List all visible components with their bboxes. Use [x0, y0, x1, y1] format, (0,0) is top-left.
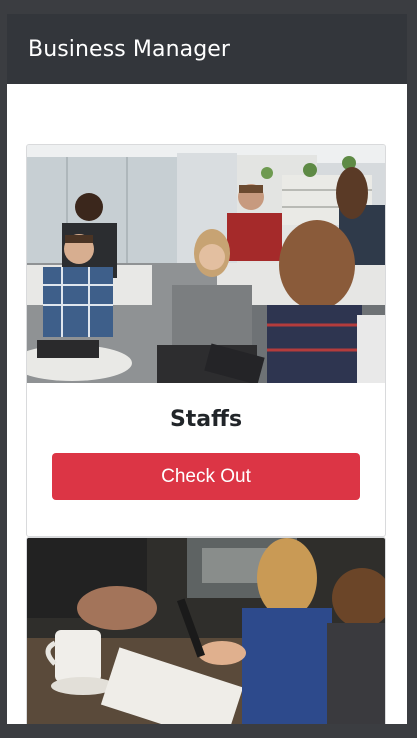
staff-card: Staffs Check Out	[26, 144, 386, 537]
card-title: Staffs	[169, 407, 243, 432]
app-window: Business Manager Staffs Check Out	[7, 14, 407, 724]
second-card	[26, 537, 386, 724]
check-out-button[interactable]: Check Out	[52, 453, 360, 500]
desk-writing-photo	[27, 538, 385, 724]
team-meeting-photo	[27, 145, 385, 383]
navbar: Business Manager	[7, 14, 407, 84]
app-frame: Business Manager Staffs Check Out	[0, 0, 417, 738]
navbar-brand[interactable]: Business Manager	[28, 37, 230, 62]
